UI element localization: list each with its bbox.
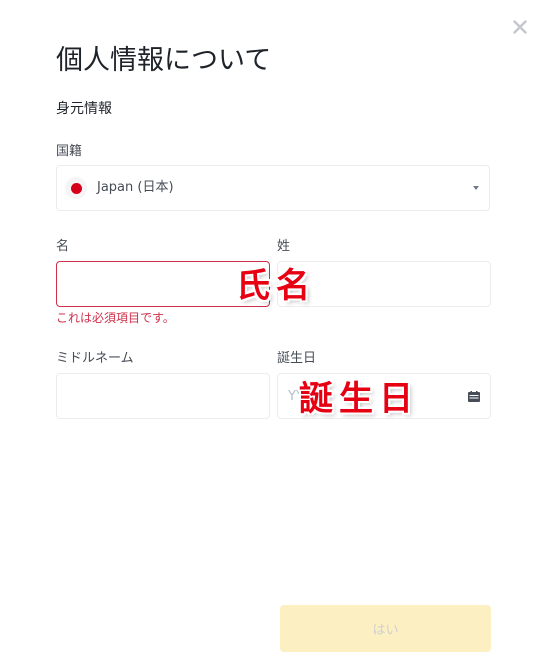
middle-name-field-wrapper bbox=[56, 373, 270, 419]
nationality-label: 国籍 bbox=[56, 144, 83, 159]
caret-down-icon bbox=[473, 186, 479, 190]
birthdate-label: 誕生日 bbox=[277, 351, 317, 366]
modal-title: 個人情報について bbox=[56, 45, 272, 76]
birthdate-annotation-overlay: 誕生日 bbox=[299, 379, 419, 419]
middle-name-label: ミドルネーム bbox=[56, 351, 134, 366]
last-name-label: 姓 bbox=[277, 239, 291, 254]
japan-flag-icon bbox=[65, 177, 87, 199]
close-icon bbox=[513, 20, 527, 34]
calendar-icon[interactable] bbox=[468, 391, 480, 402]
submit-button[interactable]: はい bbox=[280, 605, 491, 652]
personal-info-modal: 個人情報について 身元情報 国籍 Japan (日本) 名 これは必須項目です。… bbox=[0, 0, 551, 672]
nationality-select[interactable]: Japan (日本) bbox=[56, 165, 490, 211]
first-name-error: これは必須項目です。 bbox=[56, 311, 175, 325]
first-name-label: 名 bbox=[56, 239, 70, 254]
middle-name-input[interactable] bbox=[57, 374, 269, 418]
identity-section-label: 身元情報 bbox=[56, 101, 112, 117]
nationality-value: Japan (日本) bbox=[97, 180, 174, 195]
name-annotation-overlay: 氏名 bbox=[236, 266, 316, 306]
close-button[interactable] bbox=[507, 14, 533, 40]
